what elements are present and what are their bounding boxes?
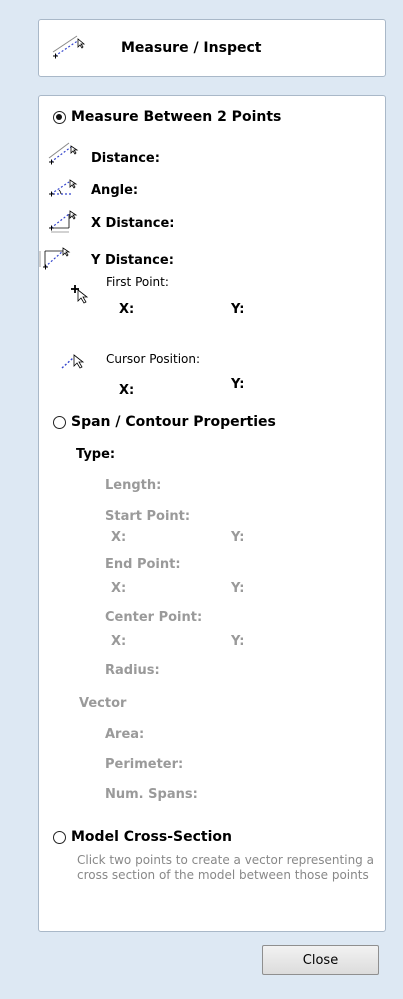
- cursor-position-label: Cursor Position:: [106, 352, 201, 366]
- span-contour-label: Span / Contour Properties: [71, 414, 276, 430]
- start-point-y-label: Y:: [231, 530, 245, 545]
- cursor-y-label: Y:: [231, 377, 245, 392]
- model-cross-section-radio[interactable]: [53, 831, 66, 844]
- cursor-x-label: X:: [119, 383, 135, 398]
- angle-label: Angle:: [91, 183, 139, 198]
- angle-icon: [49, 179, 78, 197]
- x-distance-label: X Distance:: [91, 216, 175, 231]
- center-point-y-label: Y:: [231, 634, 245, 649]
- cursor-position-icon: [61, 354, 85, 369]
- first-point-y-label: Y:: [231, 302, 245, 317]
- measure-tool-icon: [52, 35, 86, 59]
- cross-section-hint: Click two points to create a vector repr…: [77, 853, 374, 882]
- vector-label: Vector: [79, 696, 127, 711]
- span-contour-radio[interactable]: [53, 416, 66, 429]
- center-point-label: Center Point:: [105, 610, 203, 625]
- y-distance-icon: [39, 247, 71, 270]
- start-point-x-label: X:: [111, 530, 127, 545]
- num-spans-label: Num. Spans:: [105, 787, 198, 802]
- y-distance-label: Y Distance:: [91, 253, 174, 268]
- center-point-x-label: X:: [111, 634, 127, 649]
- perimeter-label: Perimeter:: [105, 757, 184, 772]
- first-point-icon: [71, 285, 89, 304]
- first-point-x-label: X:: [119, 302, 135, 317]
- page-title: Measure / Inspect: [121, 40, 262, 56]
- distance-icon: [48, 142, 79, 165]
- radius-label: Radius:: [105, 663, 160, 678]
- type-label: Type:: [76, 447, 116, 462]
- close-button[interactable]: Close: [262, 945, 379, 975]
- length-label: Length:: [105, 478, 162, 493]
- x-distance-icon: [49, 210, 78, 233]
- area-label: Area:: [105, 727, 145, 742]
- distance-label: Distance:: [91, 151, 160, 166]
- end-point-label: End Point:: [105, 557, 181, 572]
- first-point-label: First Point:: [106, 275, 169, 289]
- header-box: Measure / Inspect: [38, 19, 386, 77]
- end-point-x-label: X:: [111, 581, 127, 596]
- measure-between-points-radio[interactable]: [53, 111, 66, 124]
- model-cross-section-label: Model Cross-Section: [71, 829, 232, 845]
- measure-between-points-label: Measure Between 2 Points: [71, 109, 282, 125]
- end-point-y-label: Y:: [231, 581, 245, 596]
- options-panel: Measure Between 2 Points Distance: Angle…: [38, 95, 386, 932]
- start-point-label: Start Point:: [105, 509, 191, 524]
